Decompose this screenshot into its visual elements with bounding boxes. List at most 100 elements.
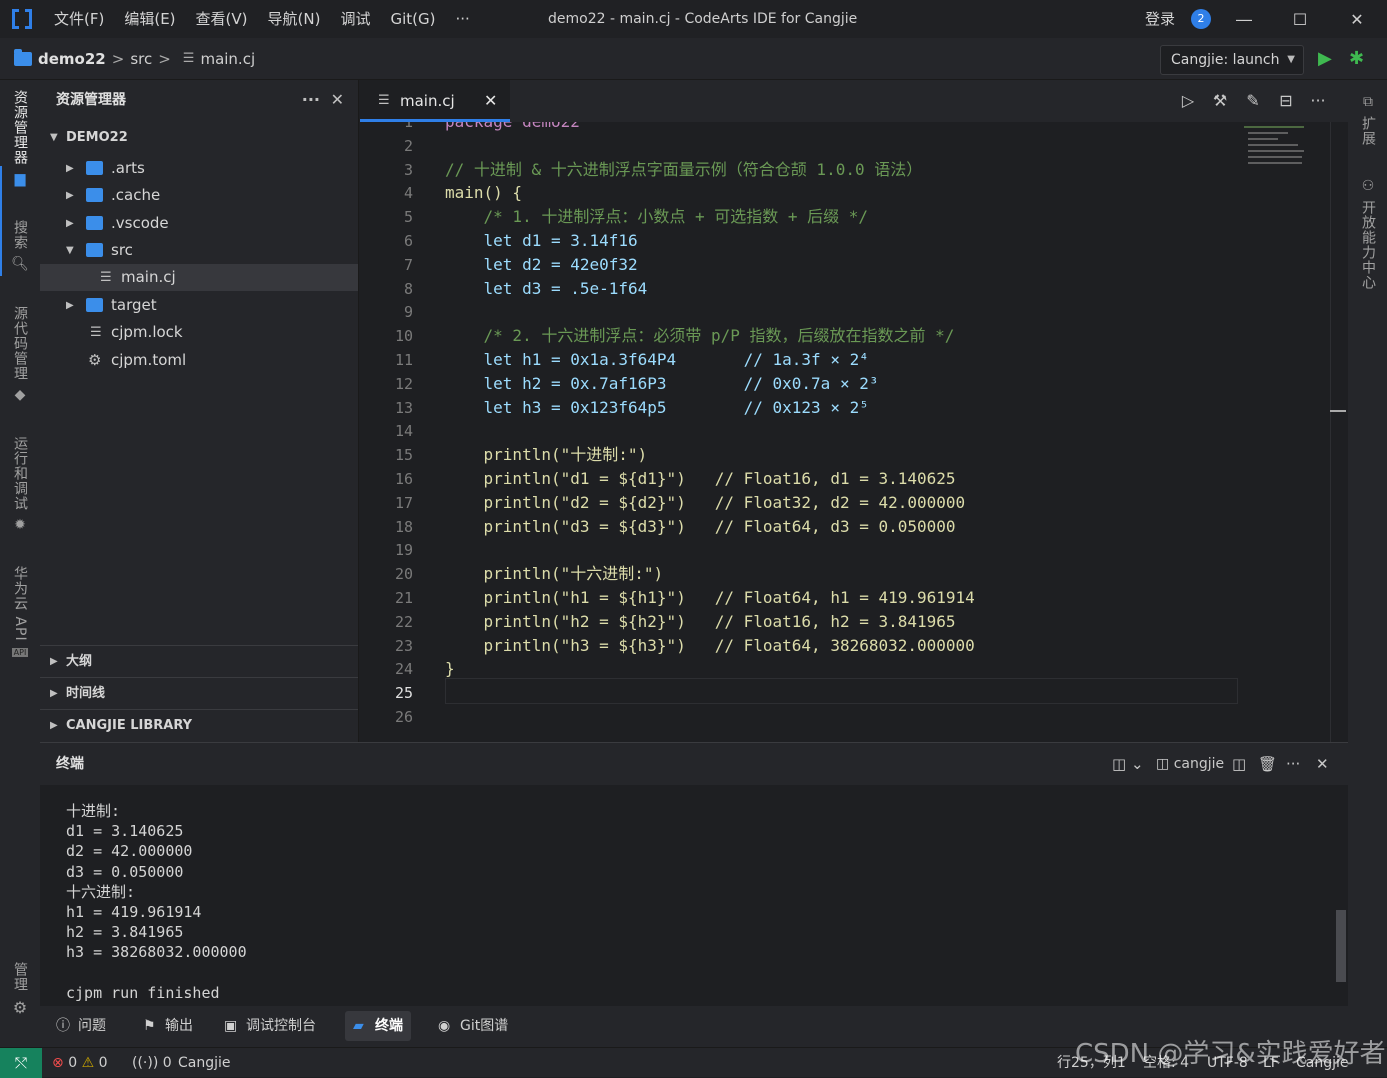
watermark: CSDN @学习&实践爱好者	[1075, 1039, 1386, 1069]
terminal-scrollbar[interactable]	[1336, 910, 1346, 982]
section-cangjie-library[interactable]: ▶ CANGJIE LIBRARY	[40, 709, 358, 741]
section-outline[interactable]: ▶ 大纲	[40, 645, 358, 677]
menu-edit[interactable]: 编辑(E)	[114, 0, 185, 38]
tab-main-cj[interactable]: ☰ main.cj ✕	[360, 80, 510, 122]
remote-icon[interactable]: ⤲	[0, 1048, 42, 1078]
chevron-down-icon: ▼	[66, 245, 74, 256]
activity-explorer[interactable]: 资源管理器 ▆	[0, 90, 40, 187]
tab-label: Git图谱	[460, 1018, 509, 1034]
debug-icon[interactable]: ✱	[1349, 48, 1369, 70]
run-icon[interactable]: ▶	[1318, 48, 1338, 70]
tab-debug-console[interactable]: ▣ 调试控制台	[216, 1011, 324, 1041]
editor: ☰ main.cj ✕ ▷ ⚒ ✎ ⊟ ··· 1 package demo22 2…	[360, 80, 1348, 742]
menu-debug[interactable]: 调试	[330, 0, 380, 38]
warning-icon: ⚠	[81, 1055, 95, 1071]
close-window-button[interactable]: ✕	[1334, 0, 1380, 38]
line-number: 18	[394, 517, 413, 536]
close-icon[interactable]: ✕	[331, 80, 344, 120]
problems-status[interactable]: ⊗ 0 ⚠ 0	[52, 1048, 108, 1078]
minimap[interactable]	[1244, 122, 1304, 172]
tree-root[interactable]: ▼ DEMO22	[40, 124, 358, 151]
tree-item-vscode[interactable]: ▶ .vscode	[40, 210, 358, 237]
menu-navigate[interactable]: 导航(N)	[258, 0, 331, 38]
chevron-right-icon: ▶	[66, 163, 74, 174]
more-icon[interactable]: ···	[1286, 753, 1300, 775]
tab-label: 输出	[165, 1018, 193, 1034]
menu-git[interactable]: Git(G)	[380, 0, 445, 38]
tree-item-cjpm-toml[interactable]: ⚙ cjpm.toml	[40, 347, 358, 374]
activity-search[interactable]: 搜索 🔍︎	[0, 220, 40, 272]
code-area[interactable]: 1package demo2223// 十进制 & 十六进制浮点字面量示例（符合…	[360, 122, 1330, 742]
editor-scrollbar[interactable]	[1330, 122, 1331, 742]
tab-git-graph[interactable]: ◉ Git图谱	[430, 1011, 516, 1041]
terminal-output[interactable]: 十进制: d1 = 3.140625 d2 = 42.000000 d3 = 0.05…	[66, 801, 247, 1003]
build-icon[interactable]: ⚒	[1209, 90, 1231, 112]
split-panel-icon[interactable]: ◫	[1232, 753, 1246, 775]
activity-run-debug[interactable]: 运行和调试 ✹	[0, 436, 40, 533]
language-status-left[interactable]: Cangjie	[178, 1048, 231, 1078]
code-text: /* 1. 十进制浮点：小数点 + 可选指数 + 后缀 */	[445, 207, 869, 227]
activity-open-center[interactable]: ⚇ 开放能力中心	[1348, 178, 1387, 290]
line-number: 23	[394, 636, 413, 655]
edit-icon[interactable]: ✎	[1242, 90, 1264, 112]
chevron-right-icon: ▶	[66, 218, 74, 229]
split-terminal-icon[interactable]: ◫ ⌄	[1112, 753, 1144, 775]
section-timeline[interactable]: ▶ 时间线	[40, 677, 358, 709]
tab-label: 终端	[375, 1018, 403, 1034]
terminal-selector[interactable]: ◫ cangjie	[1156, 753, 1224, 775]
activity-extensions[interactable]: ⧉ 扩展	[1348, 94, 1387, 146]
activity-api[interactable]: 华为云 API API	[0, 566, 40, 657]
tree-item-cjpm-lock[interactable]: ☰ cjpm.lock	[40, 319, 358, 346]
extensions-icon: ⧉	[1363, 94, 1373, 110]
tree-item-src[interactable]: ▼ src	[40, 237, 358, 264]
tree-item-cache[interactable]: ▶ .cache	[40, 182, 358, 209]
run-icon[interactable]: ▷	[1177, 90, 1199, 112]
activity-manage[interactable]: 管理 ⚙	[0, 962, 40, 1017]
login-button[interactable]: 登录	[1145, 0, 1175, 38]
code-text: let h3 = 0x123f64p5 // 0x123 × 2⁵	[445, 397, 869, 417]
menu-file[interactable]: 文件(F)	[44, 0, 114, 38]
menu-more[interactable]: ···	[445, 0, 479, 38]
code-text: /* 2. 十六进制浮点：必须带 p/P 指数，后缀放在指数之前 */	[445, 326, 955, 346]
gear-icon: ⚙	[12, 998, 28, 1017]
warning-count: 0	[98, 1055, 108, 1071]
tab-problems[interactable]: ⓘ 问题	[48, 1011, 114, 1041]
tree-item-main-cj[interactable]: ☰ main.cj	[40, 264, 358, 291]
breadcrumb-folder[interactable]: src	[130, 38, 152, 80]
explorer-sidebar: 资源管理器 ··· ✕ ▼ DEMO22 ▶ .arts ▶ .cache ▶ …	[40, 80, 359, 742]
notification-badge[interactable]: 2	[1191, 9, 1211, 29]
close-icon[interactable]: ✕	[484, 80, 497, 122]
code-text: let d3 = .5e-1f64	[445, 278, 648, 298]
activity-bar: 资源管理器 ▆ 搜索 🔍︎ 源代码管理 ◆ 运行和调试 ✹ 华为云 API AP…	[0, 80, 40, 1047]
git-graph-icon: ◉	[438, 1018, 451, 1034]
activity-scm[interactable]: 源代码管理 ◆	[0, 306, 40, 403]
line-number: 4	[403, 184, 413, 203]
line-number: 2	[403, 136, 413, 155]
breadcrumb-project[interactable]: demo22	[38, 38, 106, 80]
maximize-button[interactable]: ☐	[1277, 0, 1323, 38]
minimize-button[interactable]: ―	[1221, 0, 1267, 38]
tree-item-arts[interactable]: ▶ .arts	[40, 155, 358, 182]
split-editor-icon[interactable]: ⊟	[1275, 90, 1297, 112]
tree-item-target[interactable]: ▶ target	[40, 292, 358, 319]
tab-output[interactable]: ⚑ 输出	[135, 1011, 201, 1041]
panel-header: 终端 ◫ ⌄ ◫ cangjie ◫ 🗑︎ ··· ✕	[40, 743, 1348, 785]
trash-icon[interactable]: 🗑︎	[1258, 753, 1277, 775]
menu-view[interactable]: 查看(V)	[186, 0, 258, 38]
file-lines-icon: ☰	[100, 270, 112, 285]
tree-item-label: cjpm.toml	[111, 351, 187, 369]
ports-status[interactable]: ((·)) 0	[132, 1048, 172, 1078]
code-text: // 十进制 & 十六进制浮点字面量示例（符合仓颉 1.0.0 语法）	[445, 159, 923, 179]
more-icon[interactable]: ···	[302, 80, 320, 120]
more-icon[interactable]: ···	[1307, 90, 1329, 112]
error-icon: ⊗	[52, 1055, 64, 1071]
launch-config-select[interactable]: Cangjie: launch ▼	[1160, 45, 1304, 75]
right-activity-bar: ⧉ 扩展 ⚇ 开放能力中心	[1348, 80, 1387, 1047]
breadcrumb-file[interactable]: main.cj	[200, 38, 255, 80]
line-number: 24	[394, 660, 413, 679]
close-icon[interactable]: ✕	[1316, 753, 1329, 775]
file-lines-icon: ☰	[182, 51, 195, 66]
code-text: println("十六进制:")	[445, 564, 664, 584]
tab-terminal[interactable]: ▰ 终端	[345, 1011, 411, 1041]
